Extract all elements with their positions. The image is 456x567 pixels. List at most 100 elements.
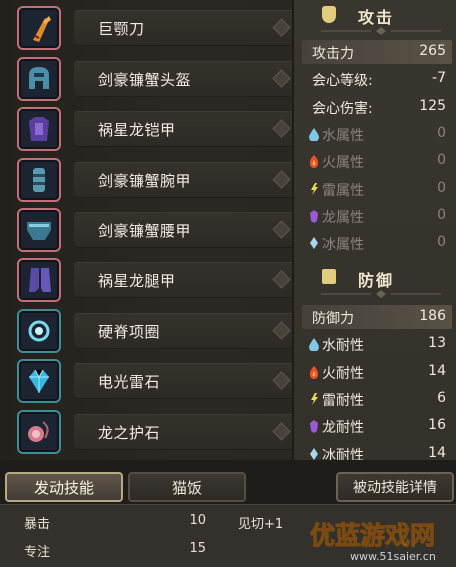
dragon-icon xyxy=(308,209,320,223)
stat-row: 雷耐性 6 xyxy=(302,387,452,411)
stats-panel: 攻击 攻击力 265 会心等级: -7 会心伤害: 125 水属性 0 火属性 0 雷属性 0 龙属性 0… xyxy=(292,0,456,472)
equipment-name-bar[interactable]: 巨颚刀 xyxy=(74,10,296,46)
stat-row: 攻击力 265 xyxy=(302,40,452,64)
equipment-name-bar[interactable]: 剑豪镰蟹头盔 xyxy=(74,61,296,97)
fire-icon xyxy=(308,365,320,379)
fire-icon xyxy=(308,154,320,169)
stat-row: 龙耐性 16 xyxy=(302,414,452,438)
decoration-slot-icon xyxy=(272,119,291,138)
equipment-slot[interactable]: 龙之护石 xyxy=(14,408,296,456)
thunder-icon xyxy=(308,392,320,406)
equipment-name: 剑豪镰蟹腰甲 xyxy=(98,222,192,240)
equipment-slot[interactable]: 祸星龙铠甲 xyxy=(14,105,296,153)
stat-label: 冰属性 xyxy=(322,237,364,254)
stat-value: 13 xyxy=(428,335,446,352)
helmet-icon[interactable] xyxy=(17,57,61,101)
stat-label: 雷属性 xyxy=(322,182,364,199)
stat-value: 14 xyxy=(428,444,446,461)
charm-icon[interactable] xyxy=(17,309,61,353)
attack-section-header: 攻击 xyxy=(294,0,456,35)
tab-cat-food[interactable]: 猫饭 xyxy=(128,472,246,502)
equipment-name: 剑豪镰蟹腕甲 xyxy=(98,172,192,190)
equipment-name-bar[interactable]: 剑豪镰蟹腰甲 xyxy=(74,212,296,248)
stat-label: 龙耐性 xyxy=(322,420,364,437)
equipment-slot[interactable]: 剑豪镰蟹头盔 xyxy=(14,55,296,103)
ornament-divider-icon xyxy=(321,27,441,35)
equipment-slot[interactable]: 巨颚刀 xyxy=(14,4,296,52)
equipment-name: 电光雷石 xyxy=(98,373,161,391)
water-drop-icon xyxy=(308,337,320,352)
equipment-name: 祸星龙铠甲 xyxy=(98,121,176,139)
stat-value: -7 xyxy=(432,70,446,87)
skill-level: 10 xyxy=(189,513,206,528)
chest-armor-icon[interactable] xyxy=(17,107,61,151)
stat-row: 火耐性 14 xyxy=(302,360,452,384)
thunder-icon xyxy=(308,182,320,196)
svg-text:优蓝游戏网: 优蓝游戏网 xyxy=(310,521,435,550)
equipment-slot[interactable]: 剑豪镰蟹腕甲 xyxy=(14,156,296,204)
skill-name: 专注 xyxy=(24,545,51,560)
leg-armor-icon[interactable] xyxy=(17,258,61,302)
stat-row: 会心伤害: 125 xyxy=(302,95,452,119)
passive-skill-details-button[interactable]: 被动技能详情 xyxy=(336,472,454,502)
equipment-name-bar[interactable]: 祸星龙铠甲 xyxy=(74,111,296,147)
stat-label: 会心伤害: xyxy=(312,100,373,117)
equipment-name: 龙之护石 xyxy=(98,424,161,442)
ornament-divider-icon xyxy=(321,290,441,298)
equipment-name-bar[interactable]: 龙之护石 xyxy=(74,414,296,450)
talisman-icon[interactable] xyxy=(17,410,61,454)
watermark-logo: 优蓝游戏网 xyxy=(310,521,436,551)
equipment-slot[interactable]: 电光雷石 xyxy=(14,357,296,405)
stat-row: 水属性 0 xyxy=(302,122,452,146)
equipment-name-bar[interactable]: 电光雷石 xyxy=(74,363,296,399)
equipment-name-bar[interactable]: 硬脊项圈 xyxy=(74,313,296,349)
stat-row: 防御力 186 xyxy=(302,305,452,329)
stat-row: 火属性 0 xyxy=(302,149,452,173)
stat-value: 125 xyxy=(419,97,446,114)
equipment-name-bar[interactable]: 剑豪镰蟹腕甲 xyxy=(74,162,296,198)
attack-section-title: 攻击 xyxy=(358,8,395,27)
gem-icon[interactable] xyxy=(17,359,61,403)
stat-label: 龙属性 xyxy=(322,209,364,226)
equipment-slot[interactable]: 硬脊项圈 xyxy=(14,307,296,355)
stat-value: 6 xyxy=(437,389,446,406)
equipment-name-bar[interactable]: 祸星龙腿甲 xyxy=(74,262,296,298)
skill-level: 15 xyxy=(189,541,206,556)
ice-icon xyxy=(308,236,320,250)
decoration-slot-icon xyxy=(272,270,291,289)
stat-label: 雷耐性 xyxy=(322,392,364,409)
equipment-list: 巨颚刀剑豪镰蟹头盔祸星龙铠甲剑豪镰蟹腕甲 剑豪镰蟹腰甲 祸星龙腿甲硬脊项圈电光雷石龙… xyxy=(0,0,296,460)
defense-emblem-icon xyxy=(322,269,336,284)
stat-value: 0 xyxy=(437,234,446,251)
equipment-name: 祸星龙腿甲 xyxy=(98,272,176,290)
decoration-slot-icon xyxy=(272,371,291,390)
great-sword-icon[interactable] xyxy=(17,6,61,50)
stat-value: 0 xyxy=(437,152,446,169)
stat-value: 14 xyxy=(428,362,446,379)
skill-name: 暴击 xyxy=(24,517,51,532)
defense-section-title: 防御 xyxy=(358,271,395,290)
equipment-name: 巨颚刀 xyxy=(98,20,145,38)
stat-label: 会心等级: xyxy=(312,73,373,90)
dragon-icon xyxy=(308,419,320,434)
ice-icon xyxy=(308,447,320,461)
decoration-slot-icon xyxy=(272,422,291,441)
stat-label: 火耐性 xyxy=(322,365,364,382)
tab-active-skills[interactable]: 发动技能 xyxy=(5,472,123,502)
equipment-slot[interactable]: 祸星龙腿甲 xyxy=(14,256,296,304)
arm-armor-icon[interactable] xyxy=(17,158,61,202)
defense-section-header: 防御 xyxy=(294,263,456,298)
waist-armor-icon[interactable] xyxy=(17,208,61,252)
decoration-slot-icon xyxy=(272,69,291,88)
stat-value: 16 xyxy=(428,417,446,434)
equipment-slot[interactable]: 剑豪镰蟹腰甲 xyxy=(14,206,296,254)
stat-label: 防御力 xyxy=(312,311,354,327)
stat-row: 龙属性 0 xyxy=(302,204,452,228)
decoration-slot-icon xyxy=(272,220,291,239)
stat-row: 雷属性 0 xyxy=(302,177,452,201)
stat-row: 会心等级: -7 xyxy=(302,67,452,91)
stat-value: 265 xyxy=(419,43,446,59)
stat-value: 0 xyxy=(437,206,446,223)
stat-label: 水属性 xyxy=(322,127,364,144)
stat-label: 火属性 xyxy=(322,155,364,172)
